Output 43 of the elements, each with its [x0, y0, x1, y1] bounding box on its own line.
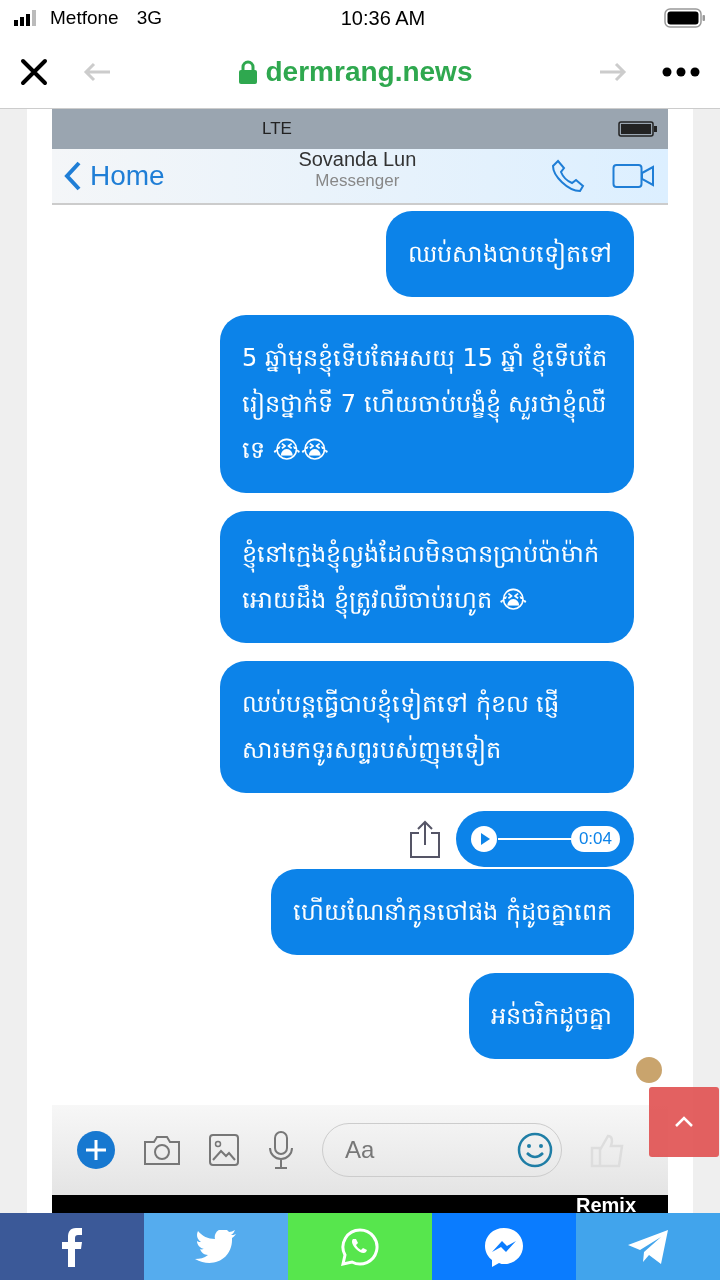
lightning-bubble-icon	[483, 1225, 525, 1268]
chevron-up-icon	[674, 1116, 694, 1128]
facebook-share-button[interactable]	[0, 1213, 144, 1280]
message-bubble: ហើយណែនាំកូនចៅផង កុំដូចគ្នាពេក	[271, 869, 634, 955]
letter-f-icon	[61, 1226, 83, 1267]
messenger-share-button[interactable]	[432, 1213, 576, 1280]
carrier-name: Metfone	[50, 7, 119, 29]
clock-time: 10:36 AM	[340, 6, 426, 30]
play-icon	[470, 825, 498, 853]
image-icon[interactable]	[208, 1133, 240, 1167]
bird-icon	[195, 1229, 237, 1264]
message-input[interactable]: Aa	[322, 1123, 562, 1177]
telegram-share-button[interactable]	[576, 1213, 720, 1280]
app-subtitle: Messenger	[315, 170, 400, 191]
back-button[interactable]: Home	[64, 160, 165, 192]
smiley-icon[interactable]	[517, 1132, 553, 1168]
remix-label: Remix	[575, 1195, 636, 1215]
message-bubble: ខ្ញុំនៅក្មេងខ្ញុំល្ងង់ដែលមិនបានប្រាប់ប៉ាម៉ាក់ អោយដឹង ខ្ញុំត្រូវឈឺចាប់រហូត 😭	[220, 511, 634, 643]
message-bubble: ឈប់បន្តធ្វើបាបខ្ញុំទៀតទៅ កុំខល ផ្ញើសារមកទូរសព្ទរបស់ញុមទៀត	[220, 661, 634, 793]
plus-icon[interactable]	[76, 1130, 116, 1170]
more-icon[interactable]	[662, 67, 700, 77]
share-icon[interactable]	[408, 819, 442, 859]
avatar	[636, 1057, 662, 1083]
network-type: 3G	[136, 7, 162, 29]
phone-bubble-icon	[340, 1226, 380, 1267]
contact-name[interactable]: Sovanda Lun	[298, 147, 417, 171]
network-type: LTE	[262, 119, 292, 139]
phone-icon[interactable]	[550, 158, 586, 194]
chevron-icon	[64, 160, 82, 192]
message-bubble: ឈប់សាងបាបទៀតទៅ	[386, 211, 634, 297]
lock-icon	[237, 60, 258, 84]
battery-icon	[618, 121, 658, 137]
paper-plane-icon	[627, 1228, 669, 1265]
camera-icon[interactable]	[142, 1133, 182, 1167]
microphone-icon[interactable]	[266, 1130, 296, 1170]
close-icon[interactable]	[20, 58, 48, 86]
message-bubble: 5 ឆ្នាំមុនខ្ញុំទើបតែអសយុ 15 ឆ្នាំ ខ្ញុំទើបតែរៀនថ្នាក់ទី 7 ហើយចាប់បង្ខំខ្ញុំ សួរថាខ្ញុំឈឺទេ 😭😭	[220, 315, 634, 493]
voice-message[interactable]: 0:04	[456, 811, 634, 867]
video-camera-icon[interactable]	[612, 162, 656, 190]
message-bubble: អន់ចរិកដូចគ្នា	[469, 973, 634, 1059]
url-domain[interactable]: dermrang.news	[265, 56, 473, 88]
audio-duration: 0:04	[570, 826, 620, 852]
battery-icon	[664, 8, 706, 28]
